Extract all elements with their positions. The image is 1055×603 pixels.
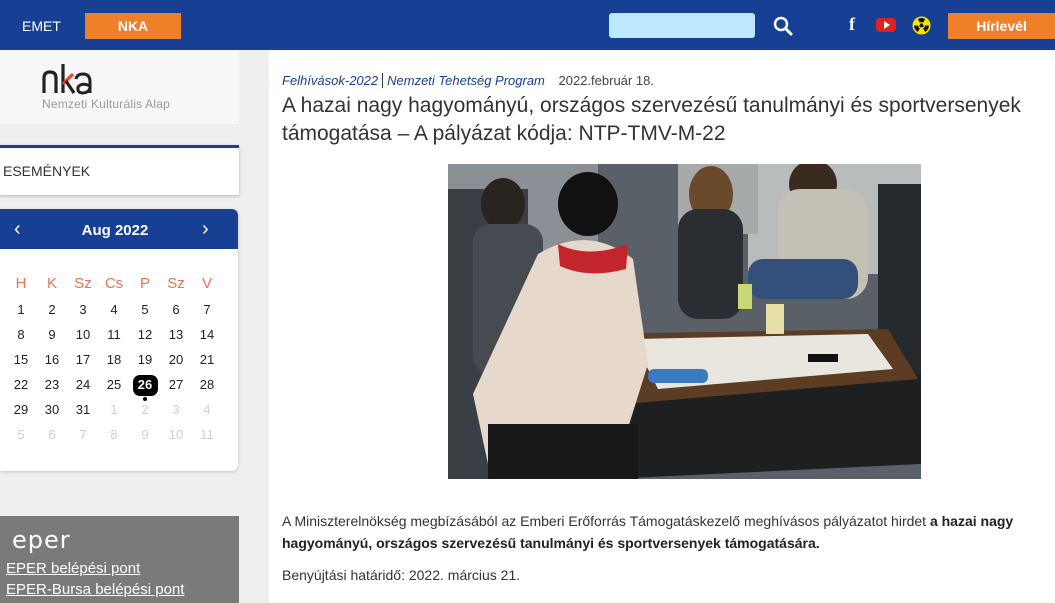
calendar-day[interactable]: 23 (39, 375, 65, 395)
calendar-day[interactable]: 7 (70, 425, 96, 445)
calendar-day[interactable]: 9 (39, 325, 65, 345)
page-title: A hazai nagy hagyományú, országos szerve… (282, 94, 1021, 145)
breadcrumb: Felhívások-2022 Nemzeti Tehetség Program … (282, 73, 654, 88)
calendar-day[interactable]: 13 (163, 325, 189, 345)
emet-link[interactable]: EMET (22, 18, 61, 34)
calendar-day[interactable]: 8 (101, 425, 127, 445)
nka-logo-mark (42, 64, 92, 95)
calendar-day[interactable]: 29 (8, 400, 34, 420)
calendar-day[interactable]: 3 (163, 400, 189, 420)
calendar-day[interactable]: 21 (194, 350, 220, 370)
calendar-day[interactable]: 1 (8, 300, 34, 320)
calendar-day[interactable]: 12 (132, 325, 158, 345)
calendar-day[interactable]: 10 (70, 325, 96, 345)
calendar-day[interactable]: 19 (132, 350, 158, 370)
weekday-label: Cs (104, 275, 124, 292)
calendar-day[interactable]: 3 (70, 300, 96, 320)
eper-logo: eper (12, 526, 71, 554)
weekday-label: Sz (167, 275, 185, 292)
radiation-icon[interactable] (912, 16, 931, 35)
calendar-day[interactable]: 22 (8, 375, 34, 395)
eper-box: eper EPER belépési pont EPER-Bursa belép… (0, 516, 239, 603)
calendar-day[interactable]: 4 (101, 300, 127, 320)
facebook-icon[interactable]: f (849, 14, 855, 35)
calendar-day[interactable]: 18 (101, 350, 127, 370)
search-input[interactable] (609, 13, 755, 38)
intro-plain-text: A Miniszterelnökség megbízásából az Embe… (282, 513, 930, 529)
calendar-day[interactable]: 20 (163, 350, 189, 370)
top-bar: EMET NKA f Hírlevél (0, 0, 1055, 50)
search-icon[interactable] (771, 14, 795, 38)
calendar-day[interactable]: 9 (132, 425, 158, 445)
weekday-label: K (46, 275, 57, 292)
intro-paragraph: A Miniszterelnökség megbízásából az Embe… (282, 510, 1055, 554)
calendar-month: Aug 2022 (81, 222, 149, 239)
youtube-icon[interactable] (876, 18, 896, 32)
eper-bursa-login-link[interactable]: EPER-Bursa belépési pont (6, 581, 184, 598)
post-date: 2022.február 18. (558, 73, 654, 88)
nka-button[interactable]: NKA (85, 13, 181, 39)
calendar-day[interactable]: 31 (70, 400, 96, 420)
calendar-day[interactable]: 30 (39, 400, 65, 420)
calendar-day[interactable]: 2 (39, 300, 65, 320)
calendar-day[interactable]: 6 (39, 425, 65, 445)
deadline-text: Benyújtási határidő: 2022. március 21. (282, 567, 521, 583)
nka-logo[interactable]: Nemzeti Kulturális Alap (0, 50, 239, 124)
hero-photo (448, 164, 921, 479)
calendar-day[interactable]: 28 (194, 375, 220, 395)
calendar-day[interactable]: 27 (163, 375, 189, 395)
calendar-widget: ‹ Aug 2022 › H K Sz Cs P Sz V 1 2 3 4 5 6 7 8 9 10 11 12 13… (0, 209, 238, 471)
weekday-label: H (15, 275, 27, 292)
breadcrumb-program[interactable]: Nemzeti Tehetség Program (387, 73, 545, 88)
events-box[interactable]: ESEMÉNYEK (0, 145, 239, 195)
events-label: ESEMÉNYEK (3, 163, 91, 179)
calendar-day[interactable]: 10 (163, 425, 189, 445)
calendar-day[interactable]: 16 (39, 350, 65, 370)
calendar-day[interactable]: 1 (101, 400, 127, 420)
calendar-day[interactable]: 25 (101, 375, 127, 395)
calendar-day[interactable]: 15 (8, 350, 34, 370)
calendar-day[interactable]: 11 (194, 425, 220, 445)
calendar-day[interactable]: 8 (8, 325, 34, 345)
eper-login-link[interactable]: EPER belépési pont (6, 560, 140, 577)
calendar-day[interactable]: 6 (163, 300, 189, 320)
students-photo (448, 164, 921, 479)
calendar-day[interactable]: 17 (70, 350, 96, 370)
calendar-day[interactable]: 24 (70, 375, 96, 395)
weekday-label: V (201, 275, 212, 292)
calendar-day[interactable]: 2 (132, 400, 158, 420)
weekday-label: P (139, 275, 150, 292)
calendar-day[interactable]: 11 (101, 325, 127, 345)
weekday-label: Sz (74, 275, 92, 292)
newsletter-button[interactable]: Hírlevél (948, 13, 1055, 39)
calendar-day-today[interactable]: 26 (132, 374, 158, 396)
breadcrumb-category[interactable]: Felhívások-2022 (282, 73, 378, 88)
calendar-day[interactable]: 5 (132, 300, 158, 320)
calendar-day[interactable]: 14 (194, 325, 220, 345)
breadcrumb-divider (382, 73, 384, 88)
calendar-day[interactable]: 5 (8, 425, 34, 445)
article: Felhívások-2022 Nemzeti Tehetség Program … (269, 50, 1055, 603)
chevron-right-icon[interactable]: › (202, 218, 209, 241)
calendar-day[interactable]: 7 (194, 300, 220, 320)
calendar-day[interactable]: 4 (194, 400, 220, 420)
calendar-header: ‹ Aug 2022 › (0, 209, 238, 249)
logo-text: Nemzeti Kulturális Alap (42, 97, 170, 111)
